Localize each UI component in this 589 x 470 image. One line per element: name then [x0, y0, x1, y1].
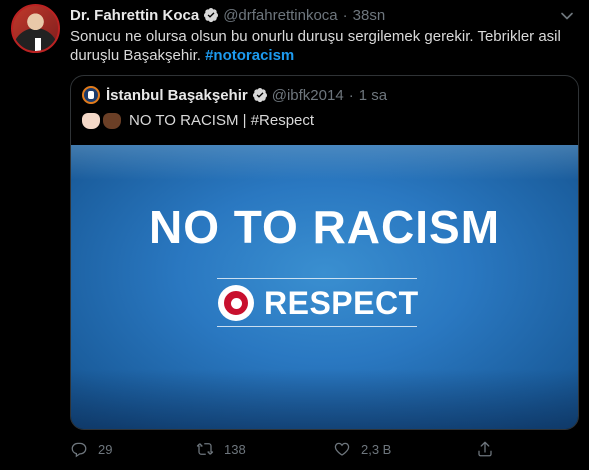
- crowd-overlay: [71, 369, 578, 429]
- reply-count: 29: [98, 441, 113, 457]
- separator-dot: ·: [348, 86, 354, 104]
- raised-fist-light-icon: [82, 112, 100, 129]
- hashtag-link[interactable]: #notoracism: [205, 47, 294, 64]
- uefa-logo-icon: [218, 285, 254, 321]
- divider-line: [217, 278, 417, 279]
- like-count: 2,3 B: [361, 441, 392, 457]
- like-button[interactable]: 2,3 B: [333, 440, 391, 458]
- like-icon: [334, 442, 350, 456]
- quoted-author-handle[interactable]: @ibfk2014: [272, 87, 344, 104]
- media-subline: RESPECT: [264, 285, 419, 321]
- retweet-count: 138: [224, 441, 246, 457]
- share-button[interactable]: [476, 440, 504, 458]
- stadium-background: [71, 145, 578, 180]
- separator-dot: ·: [342, 6, 348, 24]
- basaksehir-logo-icon[interactable]: [82, 86, 100, 104]
- raised-fist-dark-icon: [103, 112, 121, 129]
- share-icon: [478, 441, 492, 457]
- tweet-text-main: Sonucu ne olursa olsun bu onurlu duruşu …: [70, 28, 561, 64]
- quoted-tweet-header: İstanbul Başakşehir @ibfk2014 · 1 sa: [82, 86, 387, 104]
- retweet-icon: [196, 443, 214, 455]
- quoted-tweet-text: NO TO RACISM | #Respect: [82, 112, 314, 129]
- chevron-down-icon[interactable]: [557, 6, 577, 26]
- quoted-author-name[interactable]: İstanbul Başakşehir: [106, 87, 248, 104]
- tweet-text: Sonucu ne olursa olsun bu onurlu duruşu …: [70, 27, 575, 65]
- tweet[interactable]: Dr. Fahrettin Koca @drfahrettinkoca · 38…: [0, 0, 589, 470]
- verified-badge-icon: [204, 8, 219, 23]
- quoted-tweet-text-body: NO TO RACISM | #Respect: [129, 112, 315, 129]
- tweet-header: Dr. Fahrettin Koca @drfahrettinkoca · 38…: [70, 6, 385, 24]
- author-name[interactable]: Dr. Fahrettin Koca: [70, 7, 199, 24]
- quoted-media-image[interactable]: NO TO RACISM RESPECT: [71, 145, 578, 429]
- quoted-tweet-time[interactable]: 1 sa: [359, 87, 387, 104]
- author-handle[interactable]: @drfahrettinkoca: [223, 7, 337, 24]
- author-avatar[interactable]: [11, 4, 60, 53]
- retweet-button[interactable]: 138: [196, 440, 246, 458]
- tweet-time[interactable]: 38sn: [353, 7, 386, 24]
- tweet-actions: 29 138 2,3 B: [70, 440, 510, 462]
- media-headline: NO TO RACISM: [148, 201, 501, 253]
- reply-button[interactable]: 29: [70, 440, 112, 458]
- verified-badge-icon: [252, 88, 267, 103]
- reply-icon: [71, 442, 87, 458]
- divider-line: [217, 326, 417, 327]
- quoted-tweet[interactable]: İstanbul Başakşehir @ibfk2014 · 1 sa NO …: [70, 75, 579, 430]
